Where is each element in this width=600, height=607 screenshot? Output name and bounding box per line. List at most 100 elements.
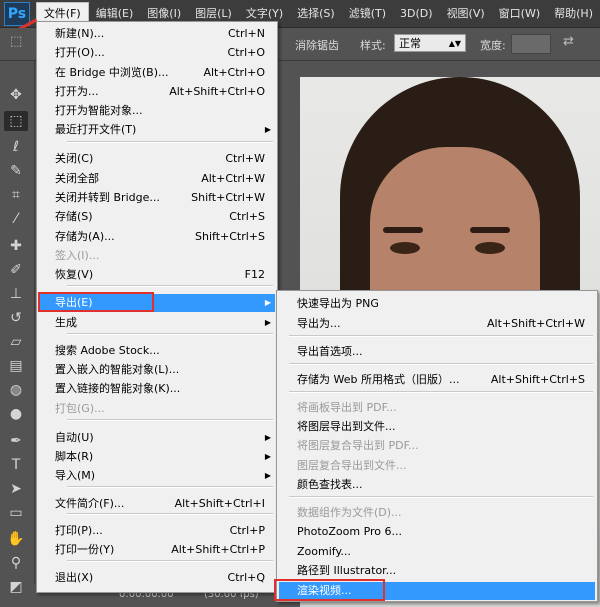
quick-select-tool-icon[interactable]: ✎ — [4, 161, 28, 181]
export-menu-item[interactable]: Zoomify... — [279, 543, 595, 561]
file-menu-item[interactable]: 置入链接的智能对象(K)... — [39, 380, 275, 398]
menu-item-shortcut: Ctrl+P — [229, 524, 265, 537]
menu-item-label: 脚本(R) — [55, 450, 94, 463]
type-tool-icon[interactable]: T — [4, 455, 28, 475]
file-menu-item[interactable]: 置入嵌入的智能对象(L)... — [39, 361, 275, 379]
menu-separator — [289, 363, 593, 365]
antialias-checkbox-label[interactable]: 消除锯齿 — [295, 37, 339, 53]
history-brush-tool-icon[interactable]: ↺ — [4, 308, 28, 328]
file-menu-item[interactable]: 打印(P)... Ctrl+P — [39, 522, 275, 540]
style-select[interactable]: 正常 ▲▼ — [394, 34, 466, 52]
menu-item-label: 打印(P)... — [55, 524, 103, 537]
healing-brush-tool-icon[interactable]: ✚ — [4, 236, 28, 256]
menu-item-label: 将图层导出到文件... — [297, 420, 396, 433]
menu-10[interactable]: 帮助(H) — [547, 3, 600, 24]
menu-item-label: 文件简介(F)... — [55, 497, 125, 510]
menu-item-label: 置入链接的智能对象(K)... — [55, 382, 181, 395]
menu-item-label: 数据组作为文件(D)... — [297, 506, 402, 519]
export-menu-item[interactable]: 将图层导出到文件... — [279, 418, 595, 436]
file-menu-item[interactable]: 搜索 Adobe Stock... — [39, 342, 275, 360]
menu-item-shortcut: Ctrl+O — [227, 46, 265, 59]
file-menu-item[interactable]: 关闭全部 Alt+Ctrl+W — [39, 170, 275, 188]
eyedropper-tool-icon[interactable]: ⁄ — [4, 209, 28, 229]
file-menu-item[interactable]: 生成 ▶ — [39, 314, 275, 332]
menu-item-label: 关闭全部 — [55, 172, 99, 185]
marquee-tool-icon[interactable]: ⬚ — [4, 111, 28, 131]
file-menu-item[interactable]: 关闭并转到 Bridge... Shift+Ctrl+W — [39, 189, 275, 207]
export-menu-item[interactable]: 快速导出为 PNG — [279, 295, 595, 313]
menu-5[interactable]: 选择(S) — [290, 3, 342, 24]
width-input[interactable] — [511, 34, 551, 54]
export-menu-item[interactable]: 存储为 Web 所用格式（旧版）... Alt+Shift+Ctrl+S — [279, 371, 595, 389]
path-select-tool-icon[interactable]: ➤ — [4, 479, 28, 499]
export-menu-item[interactable]: PhotoZoom Pro 6... — [279, 523, 595, 541]
width-label: 宽度: — [480, 39, 506, 52]
file-menu-item[interactable]: 打开为... Alt+Shift+Ctrl+O — [39, 83, 275, 101]
export-menu-item[interactable]: 路径到 Illustrator... — [279, 562, 595, 580]
menu-item-label: 搜索 Adobe Stock... — [55, 344, 160, 357]
menu-item-label: Zoomify... — [297, 545, 351, 558]
tools-panel: ✥ ⬚ ℓ ✎ ⌗ ⁄ ✚ ✐ ⊥ ↺ ▱ ▤ ◍ ● ✒ T ➤ ▭ ✋ ⚲ … — [0, 61, 35, 607]
menu-item-label: 签入(I)... — [55, 249, 100, 262]
lasso-tool-icon[interactable]: ℓ — [4, 137, 28, 157]
shape-tool-icon[interactable]: ▭ — [4, 503, 28, 523]
export-menu-item[interactable]: 导出为... Alt+Shift+Ctrl+W — [279, 315, 595, 333]
file-menu-item[interactable]: 最近打开文件(T) ▶ — [39, 121, 275, 139]
menu-item-shortcut: Alt+Shift+Ctrl+I — [174, 497, 265, 510]
file-menu-item[interactable]: 关闭(C) Ctrl+W — [39, 150, 275, 168]
clone-stamp-tool-icon[interactable]: ⊥ — [4, 284, 28, 304]
file-menu-item[interactable]: 脚本(R) ▶ — [39, 448, 275, 466]
crop-tool-icon[interactable]: ⌗ — [4, 185, 28, 205]
file-menu-item[interactable]: 打印一份(Y) Alt+Shift+Ctrl+P — [39, 541, 275, 559]
style-select-value: 正常 — [399, 37, 421, 50]
export-menu-item: 将画板导出到 PDF... — [279, 399, 595, 417]
export-menu-item: 数据组作为文件(D)... — [279, 504, 595, 522]
file-menu-item[interactable]: 打开(O)... Ctrl+O — [39, 44, 275, 62]
marquee-options-icon[interactable]: ⬚ — [10, 34, 22, 49]
swap-icon[interactable]: ⇄ — [563, 34, 574, 49]
pen-tool-icon[interactable]: ✒ — [4, 431, 28, 451]
menu-item-shortcut: Alt+Shift+Ctrl+O — [169, 85, 265, 98]
menu-9[interactable]: 窗口(W) — [492, 3, 547, 24]
photo-brow-left — [383, 227, 423, 233]
color-swatches-icon[interactable]: ◩ — [4, 577, 28, 597]
submenu-arrow-icon: ▶ — [264, 125, 271, 134]
file-menu-item[interactable]: 在 Bridge 中浏览(B)... Alt+Ctrl+O — [39, 64, 275, 82]
file-menu-item[interactable]: 文件简介(F)... Alt+Shift+Ctrl+I — [39, 495, 275, 513]
file-menu-item[interactable]: 存储(S) Ctrl+S — [39, 208, 275, 226]
menu-item-label: 生成 — [55, 316, 77, 329]
menu-item-shortcut: Alt+Shift+Ctrl+P — [171, 543, 265, 556]
menu-separator — [67, 513, 273, 515]
file-menu-item[interactable]: 新建(N)... Ctrl+N — [39, 25, 275, 43]
menu-separator — [289, 496, 593, 498]
zoom-tool-icon[interactable]: ⚲ — [4, 553, 28, 573]
file-menu-item[interactable]: 恢复(V) F12 — [39, 266, 275, 284]
move-tool-icon[interactable]: ✥ — [4, 85, 28, 105]
menu-7[interactable]: 3D(D) — [393, 3, 440, 24]
export-menu-item[interactable]: 颜色查找表... — [279, 476, 595, 494]
menu-item-label: 快速导出为 PNG — [297, 297, 379, 310]
file-menu-item[interactable]: 自动(U) ▶ — [39, 429, 275, 447]
menu-item-shortcut: Ctrl+N — [227, 27, 265, 40]
file-menu-item: 打包(G)... — [39, 400, 275, 418]
menu-separator — [67, 560, 273, 562]
menu-8[interactable]: 视图(V) — [440, 3, 492, 24]
file-menu-item[interactable]: 退出(X) Ctrl+Q — [39, 569, 275, 587]
menu-item-label: 颜色查找表... — [297, 478, 363, 491]
menu-item-label: 导出为... — [297, 317, 341, 330]
dodge-tool-icon[interactable]: ● — [4, 404, 28, 424]
file-menu-item[interactable]: 打开为智能对象... — [39, 102, 275, 120]
hand-tool-icon[interactable]: ✋ — [4, 529, 28, 549]
export-menu-item[interactable]: 导出首选项... — [279, 343, 595, 361]
gradient-tool-icon[interactable]: ▤ — [4, 356, 28, 376]
menu-item-label: 新建(N)... — [55, 27, 105, 40]
file-menu-item[interactable]: 存储为(A)... Shift+Ctrl+S — [39, 228, 275, 246]
menu-item-label: 自动(U) — [55, 431, 94, 444]
export-menu-item: 将图层复合导出到 PDF... — [279, 437, 595, 455]
brush-tool-icon[interactable]: ✐ — [4, 260, 28, 280]
blur-tool-icon[interactable]: ◍ — [4, 380, 28, 400]
eraser-tool-icon[interactable]: ▱ — [4, 332, 28, 352]
menu-6[interactable]: 滤镜(T) — [342, 3, 393, 24]
menu-separator — [67, 419, 273, 421]
file-menu-item[interactable]: 导入(M) ▶ — [39, 467, 275, 485]
